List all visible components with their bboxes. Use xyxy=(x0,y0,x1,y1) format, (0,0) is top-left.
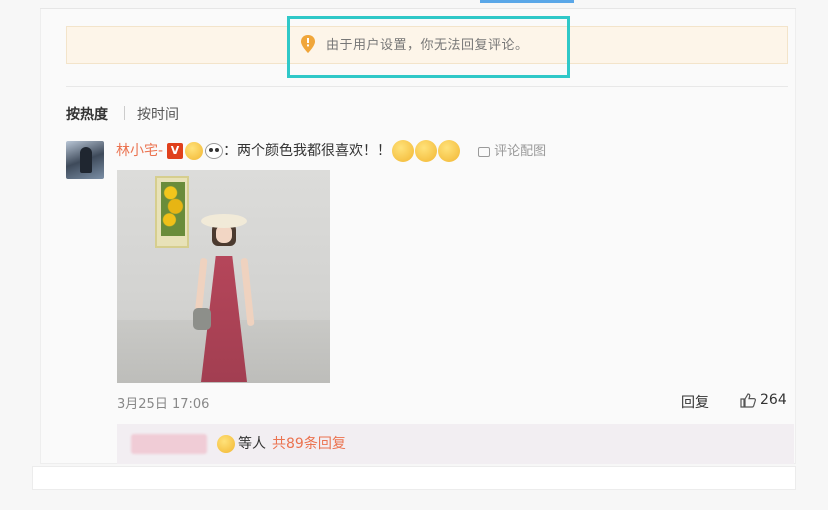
view-all-replies-link[interactable]: 共89条回复 xyxy=(272,436,346,452)
photo-bag xyxy=(193,308,211,330)
top-divider xyxy=(40,8,796,9)
avatar-figure xyxy=(80,147,92,173)
sort-by-hot-tab[interactable]: 按热度 xyxy=(66,104,108,124)
comment-image-link[interactable]: 评论配图 xyxy=(478,144,546,159)
highlight-box xyxy=(287,16,570,78)
photo-arm-right xyxy=(240,257,255,327)
image-icon xyxy=(478,146,491,157)
comment-username[interactable]: 林小宅- xyxy=(116,143,163,159)
comment-date: 3月25日 17:06 xyxy=(117,397,210,412)
top-tab-indicator xyxy=(480,0,574,3)
photo-hat xyxy=(201,214,247,228)
verified-badge-icon: V xyxy=(167,143,184,159)
sort-by-time-tab[interactable]: 按时间 xyxy=(137,104,179,124)
reply-button[interactable]: 回复 xyxy=(681,392,709,412)
comment-text: ：两个颜色我都很喜欢！！ xyxy=(223,143,392,159)
comment-photo[interactable] xyxy=(117,170,330,383)
comment-line: 林小宅- V ：两个颜色我都很喜欢！！ 评论配图 xyxy=(116,140,546,162)
bottom-strip xyxy=(32,466,796,490)
panda-emoji-icon xyxy=(205,143,224,159)
screenshot-frame: 由于用户设置，你无法回复评论。 按热度 按时间 林小宅- V ：两个颜色我都很喜欢！… xyxy=(0,0,828,510)
photo-flowers xyxy=(161,182,185,236)
replies-summary: 等人 共89条回复 xyxy=(117,424,794,464)
like-button[interactable]: 264 xyxy=(740,392,787,408)
section-divider xyxy=(66,86,788,87)
emoji-icon xyxy=(217,435,235,453)
laughing-emoji-icon xyxy=(438,140,461,162)
like-count: 264 xyxy=(760,392,787,408)
emoji-icon xyxy=(185,142,204,160)
replies-summary-line: 等人 共89条回复 xyxy=(215,434,346,454)
laughing-emoji-icon xyxy=(392,140,415,162)
replies-summary-text: 等人 xyxy=(238,436,266,452)
avatar[interactable] xyxy=(66,141,104,179)
comment-image-label: 评论配图 xyxy=(494,144,547,159)
sort-divider xyxy=(124,106,125,120)
laughing-emoji-icon xyxy=(415,140,438,162)
thumbs-up-icon xyxy=(740,392,756,408)
blurred-username xyxy=(131,434,207,454)
